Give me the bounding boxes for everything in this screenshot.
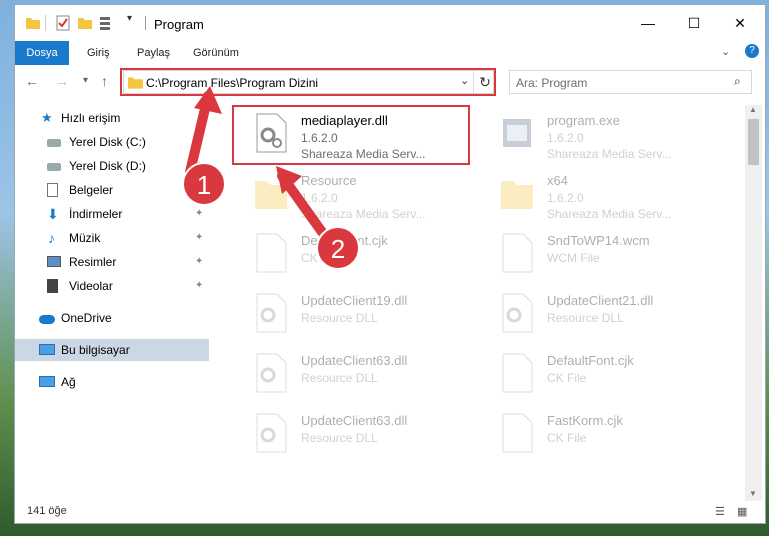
- network-icon: [39, 376, 55, 387]
- sidebar-item-documents[interactable]: Belgeler: [15, 179, 209, 201]
- sidebar-item-quick-access[interactable]: ★ Hızlı erişim: [15, 107, 209, 129]
- sidebar-item-this-pc[interactable]: Bu bilgisayar: [15, 339, 209, 361]
- pin-icon[interactable]: ✦: [195, 251, 203, 273]
- pin-icon[interactable]: ✦: [195, 203, 203, 225]
- exe-file-icon: [503, 119, 531, 147]
- cloud-icon: [39, 315, 55, 324]
- navigation-pane: ★ Hızlı erişim Yerel Disk (C:) ✦ Yerel D…: [15, 105, 211, 500]
- pin-icon[interactable]: ✦: [195, 227, 203, 249]
- dll-file-icon: [502, 293, 533, 333]
- scroll-up-icon[interactable]: ▲: [749, 105, 757, 114]
- file-icon: [256, 233, 287, 273]
- dll-file-icon: [256, 293, 287, 333]
- view-options-icon[interactable]: [99, 15, 115, 31]
- ribbon-expand-icon[interactable]: ⌄: [721, 45, 730, 58]
- list-item-program-exe[interactable]: program.exe 1.6.2.0 Shareaza Media Serv.…: [479, 105, 715, 161]
- new-folder-icon[interactable]: [77, 15, 93, 31]
- folder-icon: [255, 181, 287, 209]
- list-item-defaultfont-cjk-2[interactable]: DefaultFont.cjk CK File: [479, 345, 715, 401]
- list-item-sndtowp14-wcm[interactable]: SndToWP14.wcm WCM File: [479, 225, 715, 281]
- recent-dropdown-icon[interactable]: ▾: [83, 75, 88, 86]
- list-item-updateclient21-dll[interactable]: UpdateClient21.dll Resource DLL: [479, 285, 715, 341]
- dll-file-icon: [256, 413, 287, 453]
- properties-icon[interactable]: [55, 15, 71, 31]
- folder-icon[interactable]: [25, 15, 41, 31]
- status-bar: 141 öğe ☰ ▦: [15, 503, 765, 523]
- title-bar: ▾ Program — ☐ ✕: [15, 5, 765, 41]
- ribbon-tabs: Dosya Giriş Paylaş Görünüm ⌄ ?: [15, 41, 765, 65]
- video-icon: [47, 279, 58, 293]
- up-icon[interactable]: ↑: [101, 73, 108, 89]
- step-badge-1: 1: [182, 162, 226, 206]
- quick-access-dropdown-icon[interactable]: ▾: [127, 13, 132, 24]
- computer-icon: [39, 344, 55, 355]
- address-highlight: [120, 68, 496, 96]
- pin-icon[interactable]: ✦: [195, 275, 203, 297]
- drive-icon: [47, 139, 61, 147]
- document-icon: [47, 183, 58, 197]
- music-icon: ♪: [48, 230, 55, 246]
- tab-share[interactable]: Paylaş: [137, 41, 170, 65]
- forward-icon[interactable]: →: [55, 73, 69, 89]
- sidebar-item-onedrive[interactable]: OneDrive: [15, 307, 209, 329]
- scroll-down-icon[interactable]: ▼: [749, 489, 757, 498]
- search-input[interactable]: Ara: Program ⌕: [509, 70, 752, 94]
- file-highlight: [232, 105, 470, 165]
- download-icon: ⬇: [47, 206, 59, 222]
- sidebar-item-music[interactable]: ♪ Müzik ✦: [15, 227, 209, 249]
- pictures-icon: [47, 256, 61, 267]
- sidebar-item-videos[interactable]: Videolar ✦: [15, 275, 209, 297]
- file-icon: [502, 233, 533, 273]
- item-count: 141 öğe: [27, 505, 67, 517]
- search-icon[interactable]: ⌕: [734, 74, 741, 89]
- help-icon[interactable]: ?: [745, 44, 759, 58]
- step-badge-2: 2: [316, 226, 360, 270]
- drive-icon: [47, 163, 61, 171]
- list-item-resource-folder[interactable]: Resource 1.6.2.0 Shareaza Media Serv...: [233, 165, 469, 221]
- file-icon: [502, 353, 533, 393]
- vertical-scrollbar[interactable]: ▲ ▼: [745, 105, 762, 501]
- back-icon[interactable]: ←: [25, 73, 39, 89]
- large-icons-view-icon[interactable]: ▦: [737, 505, 747, 518]
- tab-file[interactable]: Dosya: [15, 41, 69, 65]
- list-item-updateclient63-dll[interactable]: UpdateClient63.dll Resource DLL: [233, 345, 469, 401]
- sidebar-item-network[interactable]: Ağ: [15, 371, 209, 393]
- sidebar-item-pictures[interactable]: Resimler ✦: [15, 251, 209, 273]
- list-item-updateclient63-dll-2[interactable]: UpdateClient63.dll Resource DLL: [233, 405, 469, 461]
- pin-icon[interactable]: ✦: [195, 131, 203, 153]
- star-icon: ★: [41, 110, 53, 125]
- list-item-x64-folder[interactable]: x64 1.6.2.0 Shareaza Media Serv...: [479, 165, 715, 221]
- dll-file-icon: [256, 353, 287, 393]
- folder-icon: [501, 181, 533, 209]
- maximize-button[interactable]: ☐: [671, 9, 717, 37]
- sidebar-item-downloads[interactable]: ⬇ İndirmeler ✦: [15, 203, 209, 225]
- minimize-button[interactable]: —: [625, 9, 671, 37]
- sidebar-item-local-disk-d[interactable]: Yerel Disk (D:) ✦: [15, 155, 209, 177]
- scrollbar-thumb[interactable]: [748, 119, 759, 165]
- tab-home[interactable]: Giriş: [87, 41, 110, 65]
- list-item-fastkorm-cjk[interactable]: FastKorm.cjk CK File: [479, 405, 715, 461]
- list-item-updateclient19-dll[interactable]: UpdateClient19.dll Resource DLL: [233, 285, 469, 341]
- details-view-icon[interactable]: ☰: [715, 505, 725, 518]
- search-placeholder: Ara: Program: [516, 76, 588, 90]
- sidebar-item-local-disk-c[interactable]: Yerel Disk (C:) ✦: [15, 131, 209, 153]
- close-button[interactable]: ✕: [717, 9, 763, 37]
- tab-view[interactable]: Görünüm: [193, 41, 239, 65]
- window-title: Program: [154, 17, 204, 32]
- file-icon: [502, 413, 533, 453]
